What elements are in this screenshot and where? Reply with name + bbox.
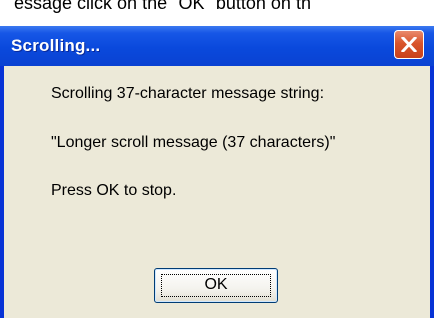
message-line-1: Scrolling 37-character message string: — [51, 85, 325, 102]
dialog-body: Scrolling 37-character message string: "… — [4, 66, 430, 318]
close-button[interactable] — [394, 30, 424, 59]
close-x-icon — [401, 37, 417, 52]
dialog-titlebar[interactable]: Scrolling... — [0, 26, 434, 66]
scrolling-dialog: Scrolling... Scrolling 37-character mess… — [0, 26, 434, 318]
message-line-2: "Longer scroll message (37 characters)" — [51, 134, 336, 151]
ok-button[interactable]: OK — [154, 268, 278, 303]
ok-button-label: OK — [204, 276, 228, 293]
message-line-3: Press OK to stop. — [51, 182, 177, 199]
background-caption-text: essage click on the "OK" button on th — [14, 0, 311, 13]
dialog-title: Scrolling... — [11, 36, 101, 55]
